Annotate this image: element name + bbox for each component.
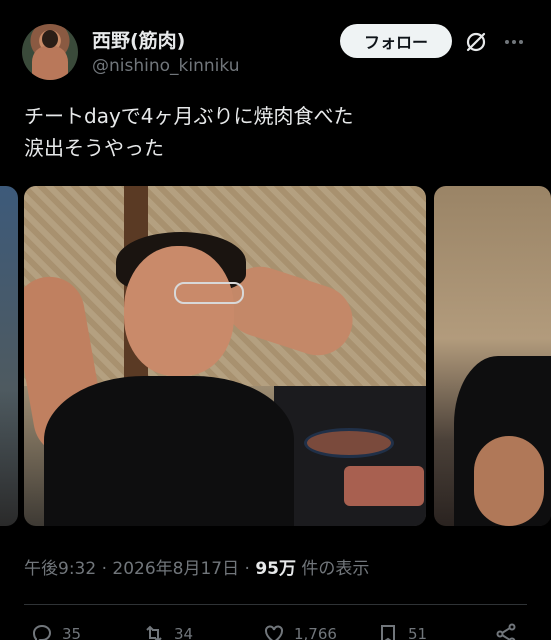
- avatar-head: [42, 30, 58, 48]
- bookmark-count: 51: [408, 625, 428, 640]
- like-button[interactable]: 1,766: [262, 622, 337, 640]
- share-button[interactable]: [494, 622, 526, 640]
- user-handle[interactable]: @nishino_kinniku: [92, 56, 239, 76]
- photo-person-body: [44, 376, 294, 526]
- reply-icon: [32, 624, 52, 640]
- retweet-count: 34: [174, 625, 194, 640]
- photo-next[interactable]: [434, 186, 551, 526]
- heart-icon: [265, 625, 283, 640]
- follow-button[interactable]: フォロー: [340, 24, 452, 58]
- slash-circle-icon[interactable]: [464, 30, 488, 54]
- views-label: 件の表示: [301, 559, 370, 579]
- tweet-time[interactable]: 午後9:32: [24, 559, 96, 579]
- reply-count: 35: [62, 625, 82, 640]
- more-dots-icon[interactable]: [502, 30, 526, 54]
- bookmark-button[interactable]: 51: [376, 622, 427, 640]
- reply-button[interactable]: 35: [30, 622, 81, 640]
- photo-next-arm: [474, 436, 544, 526]
- retweet-icon: [146, 625, 162, 640]
- tweet-text: チートdayで4ヶ月ぶりに焼肉食べた 涙出そうやった: [24, 104, 354, 160]
- action-bar: 35 34 1,766 51: [0, 618, 551, 640]
- photo-person-head: [124, 246, 234, 376]
- photo-glasses: [174, 282, 244, 304]
- views-count: 95万: [255, 559, 297, 579]
- share-icon: [496, 623, 516, 640]
- avatar[interactable]: [22, 24, 78, 80]
- display-name[interactable]: 西野(筋肉): [92, 26, 185, 53]
- avatar-torso: [32, 46, 68, 80]
- meta-separator: ·: [101, 559, 107, 579]
- divider: [24, 604, 527, 605]
- photo-previous[interactable]: [0, 186, 18, 526]
- media-carousel[interactable]: [0, 186, 551, 526]
- meta-separator: ·: [244, 559, 250, 579]
- tweet-date[interactable]: 2026年8月17日: [112, 559, 239, 579]
- like-count: 1,766: [294, 625, 337, 640]
- retweet-button[interactable]: 34: [142, 622, 193, 640]
- photo-main[interactable]: [24, 186, 426, 526]
- photo-plate: [304, 428, 394, 458]
- tweet-meta: 午後9:32 · 2026年8月17日 · 95万 件の表示: [24, 554, 369, 579]
- photo-meat-plate: [344, 466, 424, 506]
- tweet-header: 西野(筋肉) @nishino_kinniku フォロー: [0, 0, 551, 90]
- bookmark-icon: [381, 625, 395, 640]
